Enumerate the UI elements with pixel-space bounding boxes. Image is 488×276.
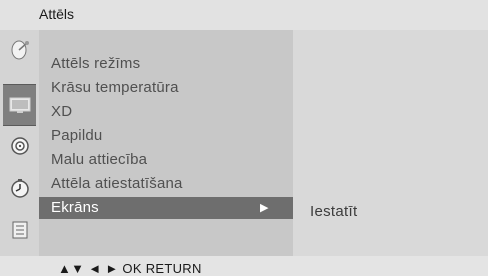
category-picture[interactable] [3,84,36,126]
title-bar: Attēls [0,0,488,30]
menu-item-label: XD [51,103,73,120]
settings-icon [12,221,27,239]
menu-item-screen[interactable]: Ekrāns ▶ [39,197,293,219]
navigation-hint-bar: ▲▼ ◄ ► OK RETURN [0,256,488,276]
category-option[interactable] [3,210,36,250]
menu-item-label: Ekrāns [51,199,99,216]
menu-item-label: Attēla atiestatīšana [51,175,183,192]
category-icon-column [0,30,39,256]
menu-item-label: Malu attiecība [51,151,148,168]
tv-screen-icon [9,97,30,113]
menu-title: Attēls [39,6,75,22]
submenu-panel: Iestatīt [293,30,488,256]
category-audio[interactable] [3,126,36,166]
satellite-dish-icon [11,40,29,60]
submenu-item-setup[interactable]: Iestatīt [310,203,357,220]
menu-item-color-temperature[interactable]: Krāsu temperatūra [39,77,293,99]
category-time[interactable] [3,168,36,208]
picture-menu-list: Attēls režīms Krāsu temperatūra XD Papil… [39,30,293,256]
submenu-arrow-icon: ▶ [260,202,269,214]
clock-icon [10,179,29,198]
menu-item-label: Krāsu temperatūra [51,79,179,96]
navigation-hints: ▲▼ ◄ ► OK RETURN [58,261,202,276]
menu-item-aspect-ratio[interactable]: Malu attiecība [39,149,293,171]
picture-menu-osd: Attēls Attēls režīms Krāsu temperatūra X… [0,0,488,276]
menu-item-label: Papildu [51,127,103,144]
menu-item-picture-reset[interactable]: Attēla atiestatīšana [39,173,293,195]
speaker-icon [10,137,29,155]
menu-item-picture-mode[interactable]: Attēls režīms [39,53,293,75]
menu-item-advanced[interactable]: Papildu [39,125,293,147]
menu-item-xd[interactable]: XD [39,101,293,123]
menu-item-label: Attēls režīms [51,55,141,72]
category-setup[interactable] [3,30,36,70]
